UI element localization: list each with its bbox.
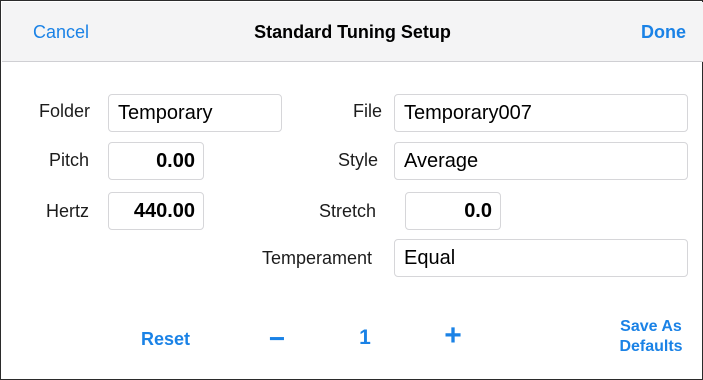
save-as-defaults-line2: Defaults	[619, 338, 683, 355]
hertz-label: Hertz	[46, 201, 90, 221]
pitch-field[interactable]: 0.00	[108, 142, 204, 180]
reset-button[interactable]: Reset	[141, 329, 190, 350]
tuning-setup-dialog: Cancel Standard Tuning Setup Done Folder…	[0, 0, 703, 380]
style-label: Style	[338, 150, 379, 170]
stretch-field[interactable]: 0.0	[405, 192, 501, 230]
step-count: 1	[359, 326, 371, 349]
page-title: Standard Tuning Setup	[254, 22, 451, 42]
navigation-bar: Cancel Standard Tuning Setup Done	[2, 2, 703, 62]
hertz-field[interactable]: 440.00	[108, 192, 204, 230]
temperament-label: Temperament	[262, 248, 373, 268]
folder-field[interactable]: Temporary	[108, 94, 282, 132]
pitch-label: Pitch	[49, 150, 90, 170]
save-as-defaults-line1: Save As	[620, 318, 682, 335]
file-field[interactable]: Temporary007	[394, 94, 688, 132]
style-field[interactable]: Average	[394, 142, 688, 180]
done-button[interactable]: Done	[641, 22, 686, 43]
decrement-button[interactable]: −	[262, 323, 292, 355]
save-as-defaults-button[interactable]: Save As Defaults	[611, 317, 691, 357]
increment-button[interactable]: +	[438, 319, 468, 353]
folder-label: Folder	[39, 101, 91, 121]
stretch-label: Stretch	[319, 201, 377, 221]
temperament-field[interactable]: Equal	[394, 239, 688, 277]
file-label: File	[353, 101, 383, 121]
